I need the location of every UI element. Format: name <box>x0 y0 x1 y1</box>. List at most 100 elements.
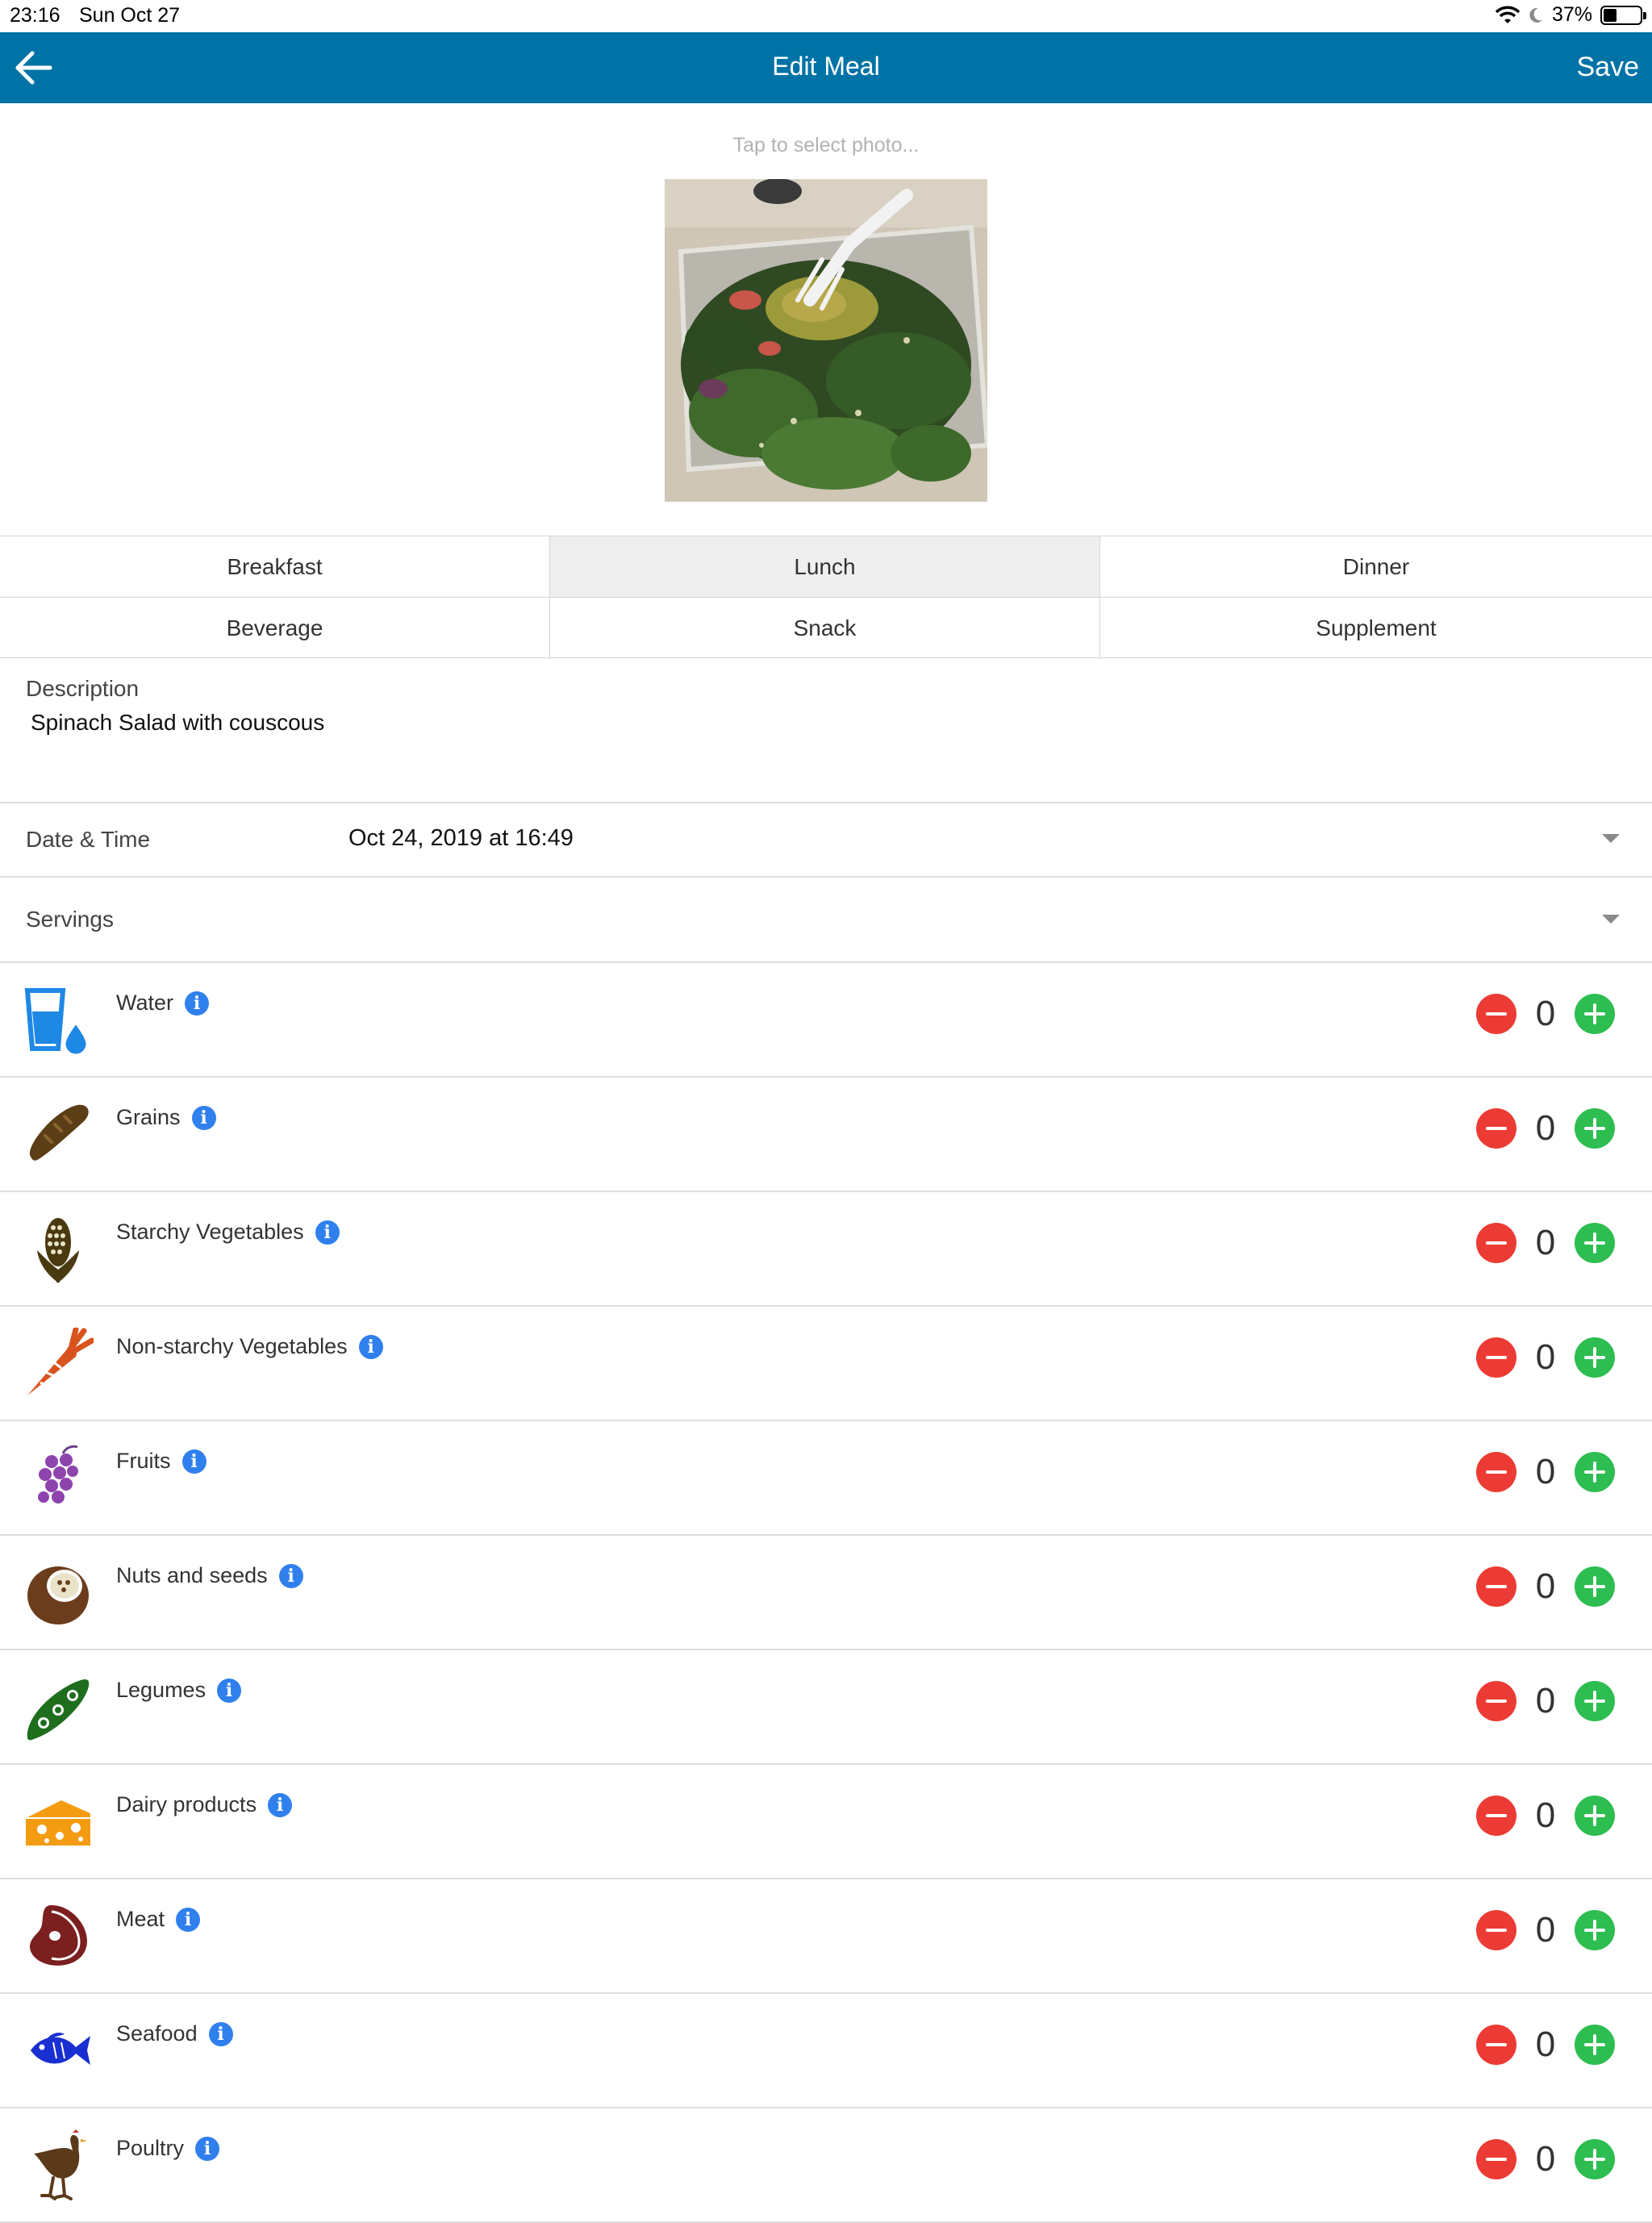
info-icon[interactable]: i <box>181 1449 206 1474</box>
serving-row: Water i 0 <box>0 963 1652 1078</box>
meal-type-supplement[interactable]: Supplement <box>1100 598 1652 659</box>
cheese-icon <box>23 1786 94 1857</box>
increment-button[interactable] <box>1575 1452 1615 1492</box>
status-time: 23:16 <box>10 4 60 27</box>
divider <box>0 802 1652 803</box>
serving-name: Starchy Vegetables i <box>116 1220 340 1245</box>
datetime-label: Date & Time <box>26 827 151 852</box>
save-button[interactable]: Save <box>1577 52 1640 83</box>
info-icon[interactable]: i <box>315 1220 340 1245</box>
meal-type-selector: Breakfast Lunch Dinner Beverage Snack Supplem… <box>0 536 1652 659</box>
serving-name: Fruits i <box>116 1449 206 1474</box>
info-icon[interactable]: i <box>278 1563 303 1588</box>
decrement-button[interactable] <box>1476 1337 1516 1378</box>
serving-stepper: 0 <box>1476 1452 1615 1492</box>
increment-button[interactable] <box>1575 2139 1615 2179</box>
steak-icon <box>23 1900 94 1971</box>
page-title: Edit Meal <box>772 52 880 81</box>
serving-name: Legumes i <box>116 1678 242 1703</box>
increment-button[interactable] <box>1575 1566 1615 1607</box>
coconut-icon <box>23 1557 94 1628</box>
photo-hint[interactable]: Tap to select photo... <box>0 134 1652 157</box>
serving-stepper: 0 <box>1476 994 1615 1034</box>
meal-type-snack[interactable]: Snack <box>550 598 1100 659</box>
info-icon[interactable]: i <box>195 2136 220 2161</box>
meal-photo-image <box>665 179 987 502</box>
decrement-button[interactable] <box>1476 2139 1516 2179</box>
corn-icon <box>23 1213 94 1284</box>
decrement-button[interactable] <box>1476 1796 1516 1836</box>
info-icon[interactable]: i <box>268 1792 293 1817</box>
meal-type-dinner[interactable]: Dinner <box>1100 536 1652 598</box>
serving-count: 0 <box>1535 1910 1556 1950</box>
serving-name: Nuts and seeds i <box>116 1563 303 1588</box>
increment-button[interactable] <box>1575 1681 1615 1721</box>
chicken-icon <box>23 2129 94 2200</box>
datetime-value[interactable]: Oct 24, 2019 at 16:49 <box>348 825 574 852</box>
serving-name: Meat i <box>116 1907 201 1932</box>
moon-icon <box>1529 7 1542 23</box>
decrement-button[interactable] <box>1476 994 1516 1034</box>
decrement-button[interactable] <box>1476 1681 1516 1721</box>
serving-stepper: 0 <box>1476 1223 1615 1263</box>
serving-label: Meat <box>116 1907 165 1931</box>
serving-count: 0 <box>1535 2139 1556 2179</box>
serving-count: 0 <box>1535 1681 1556 1720</box>
serving-stepper: 0 <box>1476 1108 1615 1149</box>
serving-count: 0 <box>1535 1452 1556 1491</box>
decrement-button[interactable] <box>1476 1452 1516 1492</box>
status-right: 37% <box>1495 3 1646 27</box>
meal-type-beverage[interactable]: Beverage <box>0 598 550 659</box>
wifi-icon <box>1495 6 1520 23</box>
divider <box>0 876 1652 878</box>
increment-button[interactable] <box>1575 1337 1615 1378</box>
info-icon[interactable]: i <box>358 1334 383 1359</box>
decrement-button[interactable] <box>1476 2025 1516 2065</box>
increment-button[interactable] <box>1575 1796 1615 1836</box>
increment-button[interactable] <box>1575 2025 1615 2065</box>
servings-dropdown-icon[interactable] <box>1602 915 1620 924</box>
battery-fill <box>1604 8 1617 22</box>
carrot-icon <box>23 1326 95 1399</box>
serving-label: Legumes <box>116 1678 206 1702</box>
serving-name: Dairy products i <box>116 1792 293 1817</box>
increment-button[interactable] <box>1575 994 1615 1034</box>
serving-label: Grains <box>116 1105 181 1129</box>
serving-row: Fruits i 0 <box>0 1421 1652 1536</box>
battery-percent: 37% <box>1551 3 1592 26</box>
info-icon[interactable]: i <box>191 1105 216 1130</box>
increment-button[interactable] <box>1575 1108 1615 1149</box>
meal-photo[interactable] <box>665 179 987 502</box>
serving-count: 0 <box>1535 1566 1556 1606</box>
serving-row: Dairy products i 0 <box>0 1765 1652 1879</box>
increment-button[interactable] <box>1575 1910 1615 1950</box>
status-date: Sun Oct 27 <box>79 4 181 27</box>
serving-count: 0 <box>1535 1337 1556 1377</box>
decrement-button[interactable] <box>1476 1108 1516 1149</box>
info-icon[interactable]: i <box>217 1678 242 1703</box>
description-input[interactable]: Spinach Salad with couscous <box>31 708 1612 789</box>
serving-label: Seafood <box>116 2021 198 2046</box>
fish-icon <box>23 2015 94 2086</box>
info-icon[interactable]: i <box>176 1907 201 1932</box>
serving-label: Dairy products <box>116 1792 257 1816</box>
info-icon[interactable]: i <box>185 991 210 1016</box>
description-label: Description <box>26 676 140 701</box>
serving-name: Poultry i <box>116 2136 220 2161</box>
increment-button[interactable] <box>1575 1223 1615 1263</box>
meal-type-breakfast[interactable]: Breakfast <box>0 536 550 598</box>
serving-count: 0 <box>1535 1796 1556 1835</box>
decrement-button[interactable] <box>1476 1223 1516 1263</box>
decrement-button[interactable] <box>1476 1910 1516 1950</box>
info-icon[interactable]: i <box>208 2021 233 2046</box>
decrement-button[interactable] <box>1476 1566 1516 1607</box>
datetime-dropdown-icon[interactable] <box>1602 834 1620 843</box>
serving-stepper: 0 <box>1476 1566 1615 1607</box>
serving-label: Nuts and seeds <box>116 1563 268 1587</box>
meal-type-lunch[interactable]: Lunch <box>550 536 1100 598</box>
serving-name: Non-starchy Vegetables i <box>116 1334 383 1359</box>
serving-row: Seafood i 0 <box>0 1994 1652 2108</box>
serving-name: Seafood i <box>116 2021 233 2046</box>
serving-row: Non-starchy Vegetables i 0 <box>0 1307 1652 1421</box>
battery-icon <box>1600 5 1646 25</box>
